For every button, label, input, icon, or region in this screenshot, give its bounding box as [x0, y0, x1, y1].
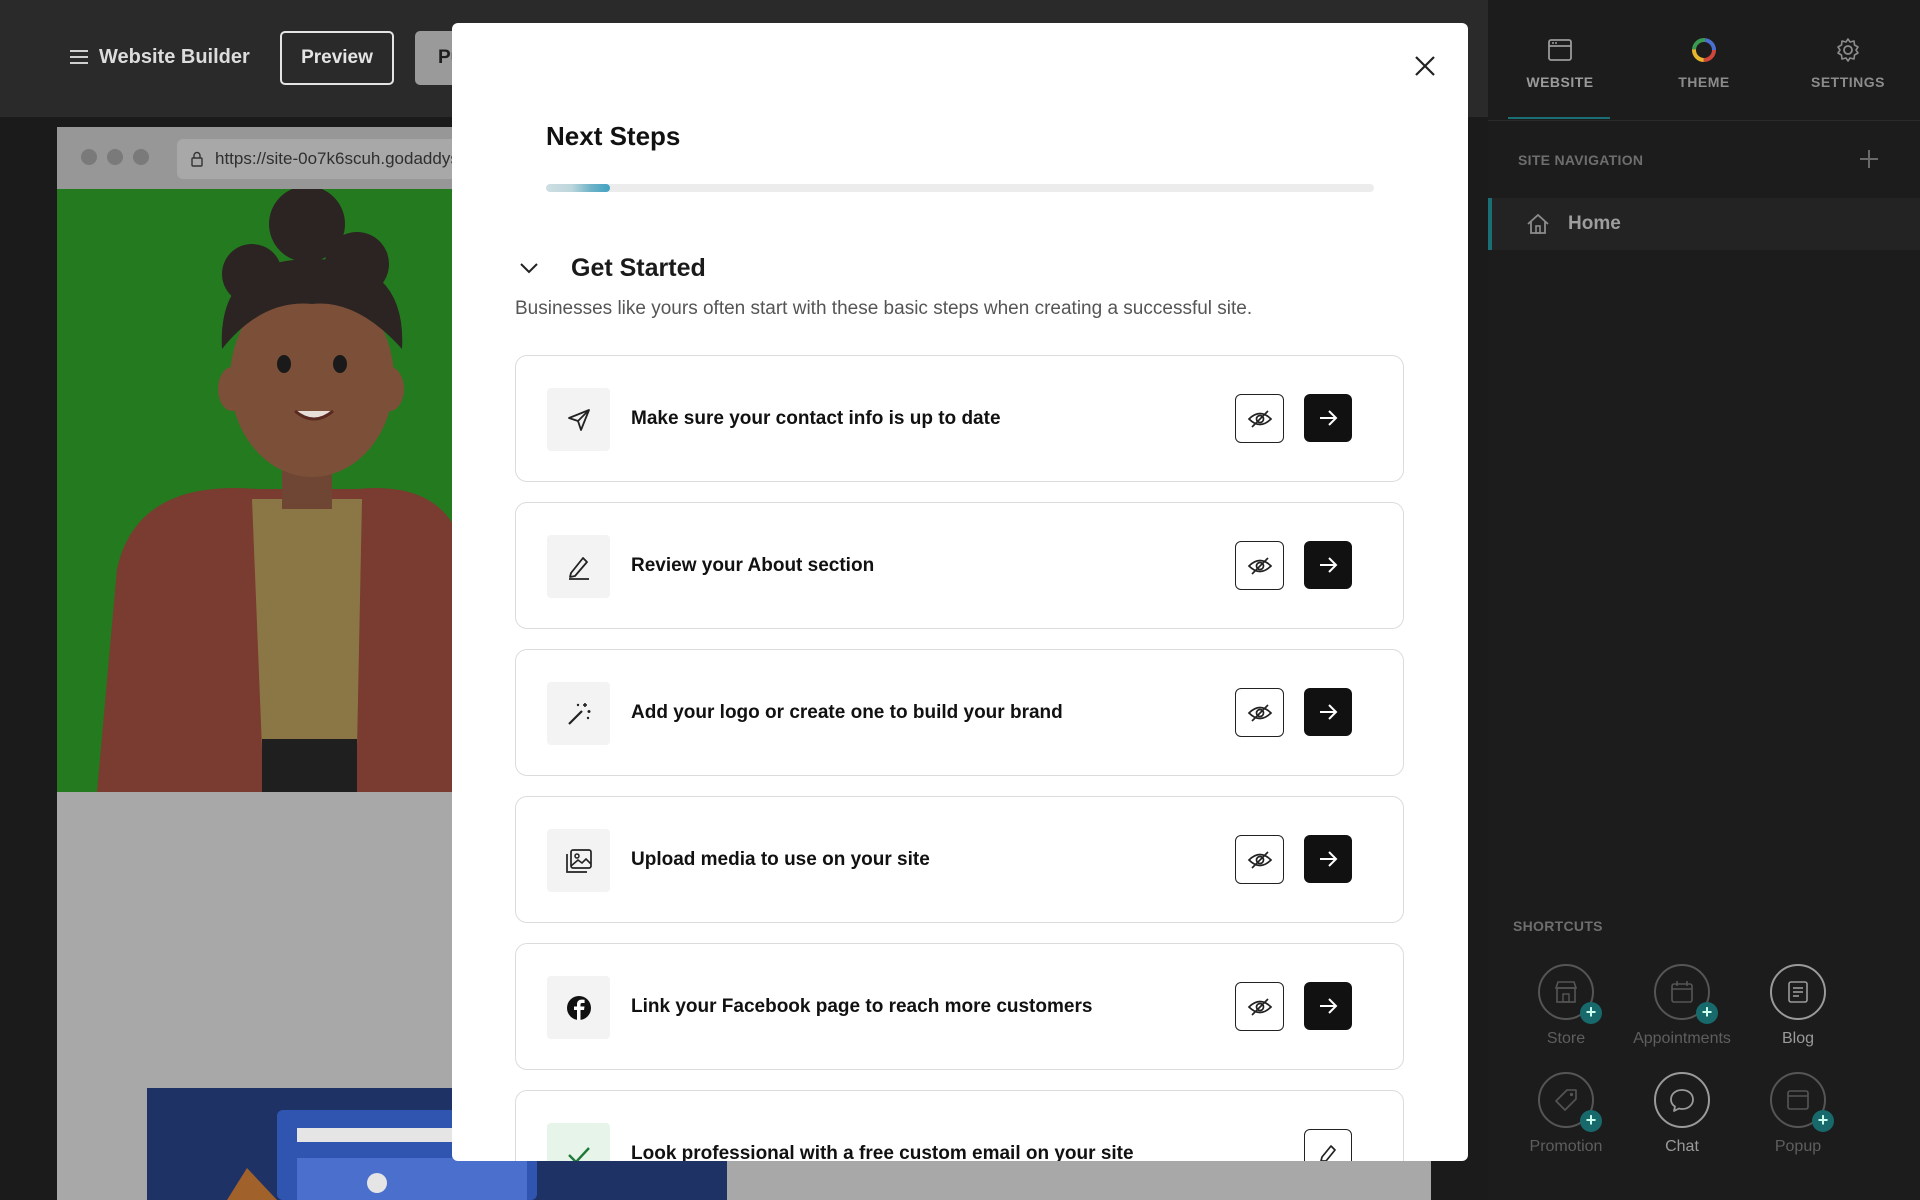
tab-label: SETTINGS	[1810, 74, 1885, 90]
active-tab-indicator	[1508, 117, 1610, 119]
add-shortcut-icon: +	[1696, 1002, 1718, 1024]
task-card: Review your About section	[515, 502, 1404, 629]
task-label: Review your About section	[631, 555, 875, 576]
task-label: Look professional with a free custom ema…	[631, 1143, 1134, 1161]
task-icon-box	[547, 1123, 610, 1161]
task-card: Upload media to use on your site	[515, 796, 1404, 923]
eye-off-icon	[1247, 409, 1272, 428]
add-shortcut-icon: +	[1580, 1002, 1602, 1024]
arrow-right-icon	[1320, 704, 1338, 720]
color-wheel-icon	[1692, 38, 1716, 62]
hamburger-menu-icon[interactable]	[70, 50, 88, 64]
add-page-icon[interactable]	[1858, 148, 1880, 170]
tab-website[interactable]: WEBSITE	[1488, 30, 1632, 90]
popup-icon	[1787, 1090, 1809, 1110]
tab-label: WEBSITE	[1526, 74, 1594, 90]
go-to-task-button[interactable]	[1304, 835, 1352, 883]
window-dot	[133, 149, 149, 165]
home-icon	[1527, 213, 1549, 234]
shortcut-label: Blog	[1781, 1030, 1815, 1047]
tab-theme[interactable]: THEME	[1632, 30, 1776, 90]
gear-icon	[1837, 38, 1859, 62]
go-to-task-button[interactable]	[1304, 541, 1352, 589]
site-navigation-heading: SITE NAVIGATION	[1518, 152, 1644, 168]
preview-button[interactable]: Preview	[280, 31, 394, 85]
shortcuts-heading: SHORTCUTS	[1513, 918, 1603, 934]
task-card: Link your Facebook page to reach more cu…	[515, 943, 1404, 1070]
eye-off-icon	[1247, 997, 1272, 1016]
task-card: Make sure your contact info is up to dat…	[515, 355, 1404, 482]
nav-item-label: Home	[1568, 213, 1621, 234]
divider	[1488, 120, 1920, 121]
calendar-icon	[1671, 981, 1693, 1003]
hide-task-button[interactable]	[1235, 835, 1284, 884]
eye-off-icon	[1247, 850, 1272, 869]
arrow-right-icon	[1320, 557, 1338, 573]
hide-task-button[interactable]	[1235, 688, 1284, 737]
store-icon	[1554, 981, 1578, 1003]
shortcut-label: Popup	[1774, 1138, 1822, 1155]
store-button[interactable]: +	[1538, 964, 1602, 1024]
task-icon-box	[547, 829, 610, 892]
task-icon-box	[547, 535, 610, 598]
window-dot	[107, 149, 123, 165]
shortcut-blog[interactable]: Blog	[1728, 964, 1868, 1048]
arrow-right-icon	[1320, 410, 1338, 426]
section-title[interactable]: Get Started	[571, 254, 706, 283]
edit-task-button[interactable]	[1304, 1129, 1352, 1161]
check-icon	[567, 1146, 590, 1161]
tab-label: THEME	[1678, 74, 1730, 90]
send-icon	[567, 408, 590, 431]
progress-bar	[546, 184, 1374, 192]
task-card: Add your logo or create one to build you…	[515, 649, 1404, 776]
section-description: Businesses like yours often start with t…	[515, 298, 1253, 319]
pencil-icon	[568, 556, 589, 580]
right-panel: WEBSITE THEME SETTINGS SITE NAVIGATION H…	[1488, 0, 1920, 1200]
window-dot	[81, 149, 97, 165]
nav-item-home[interactable]: Home	[1488, 198, 1920, 250]
chevron-down-icon[interactable]	[518, 257, 540, 279]
hide-task-button[interactable]	[1235, 541, 1284, 590]
tag-icon	[1555, 1089, 1577, 1111]
task-label: Link your Facebook page to reach more cu…	[631, 996, 1093, 1017]
magic-wand-icon	[567, 702, 590, 725]
next-steps-modal: Next Steps Get Started Businesses like y…	[452, 23, 1468, 1161]
task-card: Look professional with a free custom ema…	[515, 1090, 1404, 1161]
add-shortcut-icon: +	[1580, 1110, 1602, 1132]
add-shortcut-icon: +	[1812, 1110, 1834, 1132]
task-icon-box	[547, 388, 610, 451]
go-to-task-button[interactable]	[1304, 982, 1352, 1030]
modal-title: Next Steps	[546, 121, 681, 151]
shortcut-popup[interactable]: + Popup	[1728, 1072, 1868, 1156]
arrow-right-icon	[1320, 851, 1338, 867]
appointments-button[interactable]: +	[1654, 964, 1718, 1024]
chat-button[interactable]	[1654, 1072, 1710, 1128]
chat-icon	[1670, 1089, 1694, 1112]
close-icon[interactable]	[1410, 51, 1440, 81]
popup-button[interactable]: +	[1770, 1072, 1834, 1132]
arrow-right-icon	[1320, 998, 1338, 1014]
browser-window-icon	[1548, 39, 1572, 61]
hide-task-button[interactable]	[1235, 394, 1284, 443]
task-label: Add your logo or create one to build you…	[631, 702, 1063, 723]
tab-settings[interactable]: SETTINGS	[1776, 30, 1920, 90]
task-label: Upload media to use on your site	[631, 849, 930, 870]
lock-icon	[191, 151, 203, 167]
task-icon-box	[547, 976, 610, 1039]
eye-off-icon	[1247, 703, 1272, 722]
eye-off-icon	[1247, 556, 1272, 575]
facebook-icon	[566, 995, 591, 1020]
promotion-button[interactable]: +	[1538, 1072, 1602, 1132]
blog-icon	[1788, 981, 1808, 1003]
image-icon	[565, 848, 592, 873]
go-to-task-button[interactable]	[1304, 688, 1352, 736]
app-title: Website Builder	[99, 46, 250, 68]
hide-task-button[interactable]	[1235, 982, 1284, 1031]
task-icon-box	[547, 682, 610, 745]
pencil-icon	[1320, 1145, 1336, 1161]
task-label: Make sure your contact info is up to dat…	[631, 408, 1001, 429]
progress-fill	[546, 184, 610, 192]
blog-button[interactable]	[1770, 964, 1826, 1020]
go-to-task-button[interactable]	[1304, 394, 1352, 442]
